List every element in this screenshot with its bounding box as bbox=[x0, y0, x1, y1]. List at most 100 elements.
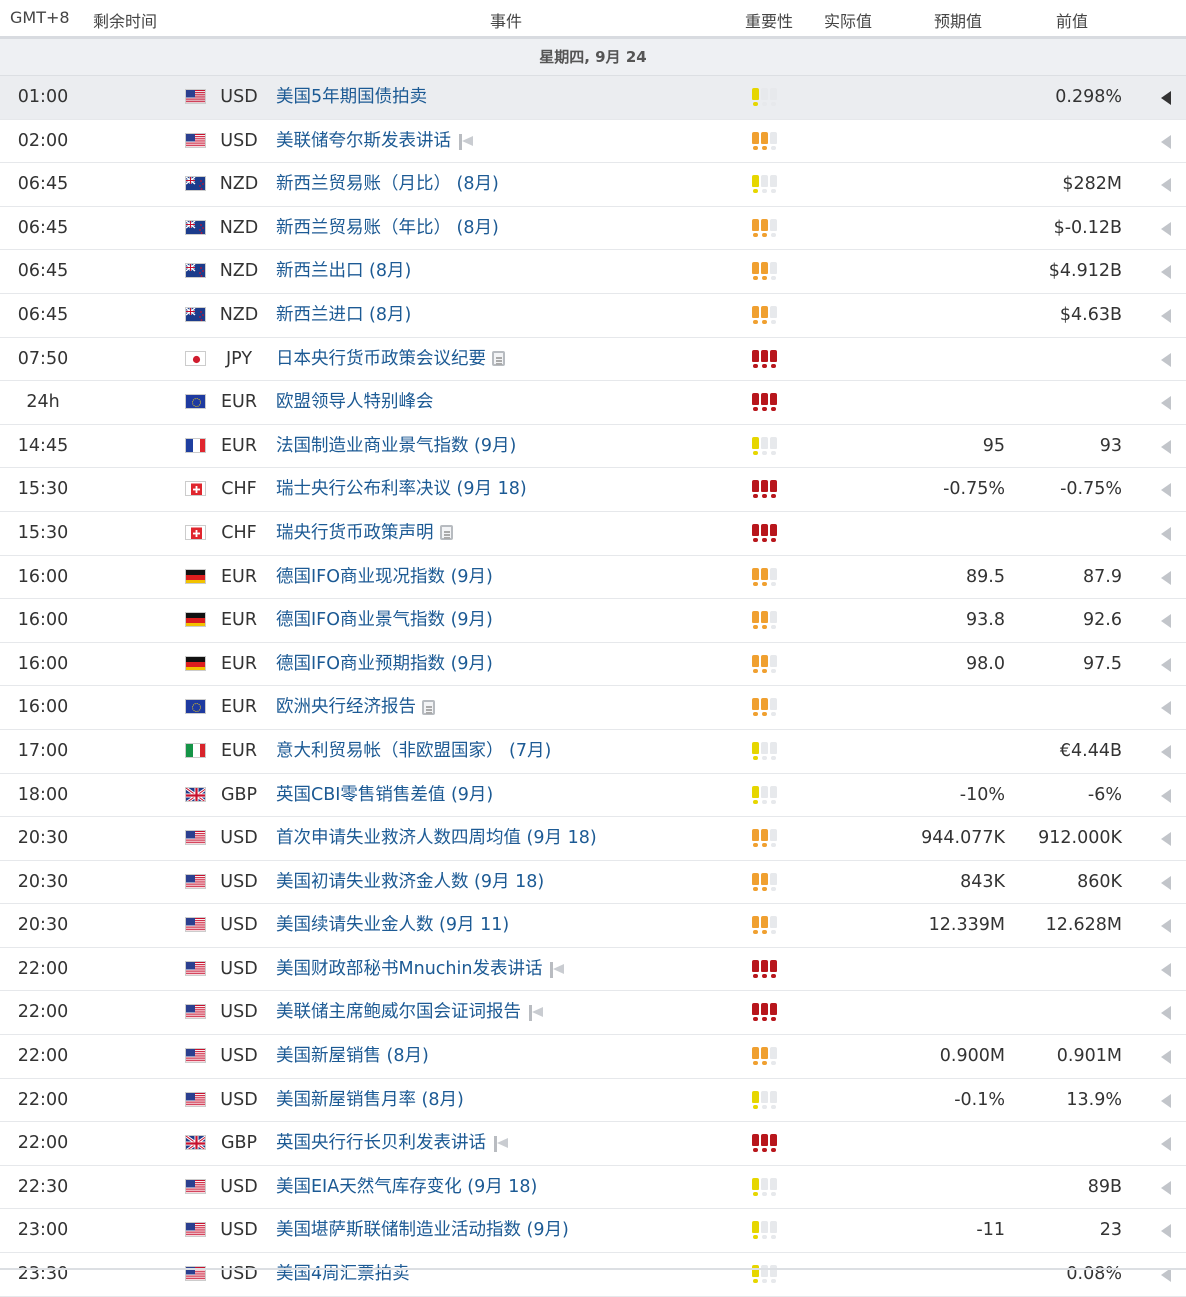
expand-arrow-icon[interactable] bbox=[1161, 745, 1171, 759]
event-name-link[interactable]: 欧洲央行经济报告 bbox=[276, 686, 435, 728]
event-name-link[interactable]: 德国IFO商业景气指数 (9月) bbox=[276, 599, 493, 641]
event-name-link[interactable]: 美国EIA天然气库存变化 (9月 18) bbox=[276, 1166, 537, 1208]
event-row[interactable]: 15:30CHF瑞士央行公布利率决议 (9月 18)-0.75%-0.75% bbox=[0, 468, 1186, 512]
event-name-link[interactable]: 美国初请失业救济金人数 (9月 18) bbox=[276, 861, 544, 903]
event-name-link[interactable]: 美国堪萨斯联储制造业活动指数 (9月) bbox=[276, 1209, 569, 1251]
event-row[interactable]: 23:30USD美国4周汇票拍卖0.08% bbox=[0, 1253, 1186, 1297]
event-name-link[interactable]: 德国IFO商业预期指数 (9月) bbox=[276, 643, 493, 685]
expand-arrow-icon[interactable] bbox=[1161, 876, 1171, 890]
expand-arrow-icon[interactable] bbox=[1161, 614, 1171, 628]
expand-arrow-icon[interactable] bbox=[1161, 1181, 1171, 1195]
event-row[interactable]: 06:45NZD新西兰进口 (8月)$4.63B bbox=[0, 294, 1186, 338]
event-name[interactable]: 瑞央行货币政策声明 bbox=[276, 523, 434, 543]
expand-arrow-icon[interactable] bbox=[1161, 483, 1171, 497]
event-row[interactable]: 06:45NZD新西兰贸易账（月比） (8月)$282M bbox=[0, 163, 1186, 207]
event-row[interactable]: 22:00USD美国新屋销售月率 (8月)-0.1%13.9% bbox=[0, 1079, 1186, 1123]
expand-arrow-icon[interactable] bbox=[1161, 222, 1171, 236]
event-name-link[interactable]: 英国CBI零售销售差值 (9月) bbox=[276, 774, 493, 816]
event-row[interactable]: 20:30USD首次申请失业救济人数四周均值 (9月 18)944.077K91… bbox=[0, 817, 1186, 861]
expand-arrow-icon[interactable] bbox=[1161, 178, 1171, 192]
event-name[interactable]: 首次申请失业救济人数四周均值 (9月 18) bbox=[276, 828, 597, 848]
event-name-link[interactable]: 美国续请失业金人数 (9月 11) bbox=[276, 904, 509, 946]
expand-arrow-icon[interactable] bbox=[1161, 1050, 1171, 1064]
event-name-link[interactable]: 英国央行行长贝利发表讲话 bbox=[276, 1122, 508, 1164]
expand-arrow-icon[interactable] bbox=[1161, 135, 1171, 149]
event-row[interactable]: 22:00USD美国财政部秘书Mnuchin发表讲话 bbox=[0, 948, 1186, 992]
event-row[interactable]: 22:00USD美联储主席鲍威尔国会证词报告 bbox=[0, 991, 1186, 1035]
expand-arrow-icon[interactable] bbox=[1161, 353, 1171, 367]
event-name[interactable]: 美国堪萨斯联储制造业活动指数 (9月) bbox=[276, 1220, 569, 1240]
event-row[interactable]: 18:00GBP英国CBI零售销售差值 (9月)-10%-6% bbox=[0, 774, 1186, 818]
event-name-link[interactable]: 欧盟领导人特别峰会 bbox=[276, 381, 434, 423]
event-name-link[interactable]: 意大利贸易帐（非欧盟国家） (7月) bbox=[276, 730, 551, 772]
event-name-link[interactable]: 美国财政部秘书Mnuchin发表讲话 bbox=[276, 948, 564, 990]
event-name[interactable]: 新西兰贸易账（月比） (8月) bbox=[276, 174, 499, 194]
event-name-link[interactable]: 新西兰出口 (8月) bbox=[276, 250, 411, 292]
event-name-link[interactable]: 首次申请失业救济人数四周均值 (9月 18) bbox=[276, 817, 597, 859]
event-name-link[interactable]: 日本央行货币政策会议纪要 bbox=[276, 338, 505, 380]
event-name[interactable]: 德国IFO商业预期指数 (9月) bbox=[276, 654, 493, 674]
event-name[interactable]: 美国新屋销售月率 (8月) bbox=[276, 1090, 464, 1110]
event-row[interactable]: 17:00EUR意大利贸易帐（非欧盟国家） (7月)€4.44B bbox=[0, 730, 1186, 774]
event-name[interactable]: 美联储主席鲍威尔国会证词报告 bbox=[276, 1002, 521, 1022]
event-name[interactable]: 美国新屋销售 (8月) bbox=[276, 1046, 429, 1066]
event-row[interactable]: 15:30CHF瑞央行货币政策声明 bbox=[0, 512, 1186, 556]
expand-arrow-icon[interactable] bbox=[1161, 309, 1171, 323]
event-name[interactable]: 法国制造业商业景气指数 (9月) bbox=[276, 436, 516, 456]
event-name[interactable]: 日本央行货币政策会议纪要 bbox=[276, 349, 486, 369]
event-name-link[interactable]: 新西兰贸易账（月比） (8月) bbox=[276, 163, 499, 205]
event-name[interactable]: 新西兰进口 (8月) bbox=[276, 305, 411, 325]
event-name-link[interactable]: 美联储主席鲍威尔国会证词报告 bbox=[276, 991, 543, 1033]
expand-arrow-icon[interactable] bbox=[1161, 963, 1171, 977]
expand-arrow-icon[interactable] bbox=[1161, 1137, 1171, 1151]
event-row[interactable]: 22:00GBP英国央行行长贝利发表讲话 bbox=[0, 1122, 1186, 1166]
event-name[interactable]: 美国续请失业金人数 (9月 11) bbox=[276, 915, 509, 935]
event-row[interactable]: 16:00EUR欧洲央行经济报告 bbox=[0, 686, 1186, 730]
event-name[interactable]: 英国央行行长贝利发表讲话 bbox=[276, 1133, 486, 1153]
event-name-link[interactable]: 新西兰进口 (8月) bbox=[276, 294, 411, 336]
event-row[interactable]: 22:30USD美国EIA天然气库存变化 (9月 18)89B bbox=[0, 1166, 1186, 1210]
expand-arrow-icon[interactable] bbox=[1161, 571, 1171, 585]
event-row[interactable]: 06:45NZD新西兰贸易账（年比） (8月)$-0.12B bbox=[0, 207, 1186, 251]
event-row[interactable]: 14:45EUR法国制造业商业景气指数 (9月)9593 bbox=[0, 425, 1186, 469]
event-row[interactable]: 16:00EUR德国IFO商业现况指数 (9月)89.587.9 bbox=[0, 556, 1186, 600]
event-name-link[interactable]: 法国制造业商业景气指数 (9月) bbox=[276, 425, 516, 467]
event-row[interactable]: 16:00EUR德国IFO商业预期指数 (9月)98.097.5 bbox=[0, 643, 1186, 687]
event-row[interactable]: 01:00USD美国5年期国债拍卖0.298% bbox=[0, 76, 1186, 120]
event-name[interactable]: 英国CBI零售销售差值 (9月) bbox=[276, 785, 493, 805]
event-row[interactable]: 20:30USD美国初请失业救济金人数 (9月 18)843K860K bbox=[0, 861, 1186, 905]
event-name[interactable]: 德国IFO商业现况指数 (9月) bbox=[276, 567, 493, 587]
event-name-link[interactable]: 美国5年期国债拍卖 bbox=[276, 76, 427, 118]
expand-arrow-icon[interactable] bbox=[1161, 527, 1171, 541]
event-name-link[interactable]: 美国新屋销售月率 (8月) bbox=[276, 1079, 464, 1121]
event-name[interactable]: 欧盟领导人特别峰会 bbox=[276, 392, 434, 412]
expand-arrow-icon[interactable] bbox=[1161, 789, 1171, 803]
event-name[interactable]: 德国IFO商业景气指数 (9月) bbox=[276, 610, 493, 630]
event-name[interactable]: 美国5年期国债拍卖 bbox=[276, 87, 427, 107]
event-name[interactable]: 美联储夸尔斯发表讲话 bbox=[276, 131, 451, 151]
event-row[interactable]: 23:00USD美国堪萨斯联储制造业活动指数 (9月)-1123 bbox=[0, 1209, 1186, 1253]
event-row[interactable]: 24hEUR欧盟领导人特别峰会 bbox=[0, 381, 1186, 425]
event-name-link[interactable]: 美国新屋销售 (8月) bbox=[276, 1035, 429, 1077]
expand-arrow-icon[interactable] bbox=[1161, 832, 1171, 846]
event-name-link[interactable]: 瑞士央行公布利率决议 (9月 18) bbox=[276, 468, 527, 510]
expand-arrow-icon[interactable] bbox=[1161, 91, 1171, 105]
expand-arrow-icon[interactable] bbox=[1161, 265, 1171, 279]
event-name-link[interactable]: 新西兰贸易账（年比） (8月) bbox=[276, 207, 499, 249]
event-row[interactable]: 07:50JPY日本央行货币政策会议纪要 bbox=[0, 338, 1186, 382]
event-name[interactable]: 美国财政部秘书Mnuchin发表讲话 bbox=[276, 959, 542, 979]
expand-arrow-icon[interactable] bbox=[1161, 1094, 1171, 1108]
event-row[interactable]: 06:45NZD新西兰出口 (8月)$4.912B bbox=[0, 250, 1186, 294]
expand-arrow-icon[interactable] bbox=[1161, 658, 1171, 672]
event-name-link[interactable]: 美联储夸尔斯发表讲话 bbox=[276, 120, 473, 162]
event-name[interactable]: 意大利贸易帐（非欧盟国家） (7月) bbox=[276, 741, 551, 761]
event-name[interactable]: 瑞士央行公布利率决议 (9月 18) bbox=[276, 479, 527, 499]
event-name-link[interactable]: 美国4周汇票拍卖 bbox=[276, 1253, 410, 1295]
event-name[interactable]: 新西兰贸易账（年比） (8月) bbox=[276, 218, 499, 238]
event-row[interactable]: 16:00EUR德国IFO商业景气指数 (9月)93.892.6 bbox=[0, 599, 1186, 643]
event-name[interactable]: 新西兰出口 (8月) bbox=[276, 261, 411, 281]
expand-arrow-icon[interactable] bbox=[1161, 919, 1171, 933]
event-name[interactable]: 美国初请失业救济金人数 (9月 18) bbox=[276, 872, 544, 892]
expand-arrow-icon[interactable] bbox=[1161, 396, 1171, 410]
event-name-link[interactable]: 德国IFO商业现况指数 (9月) bbox=[276, 556, 493, 598]
